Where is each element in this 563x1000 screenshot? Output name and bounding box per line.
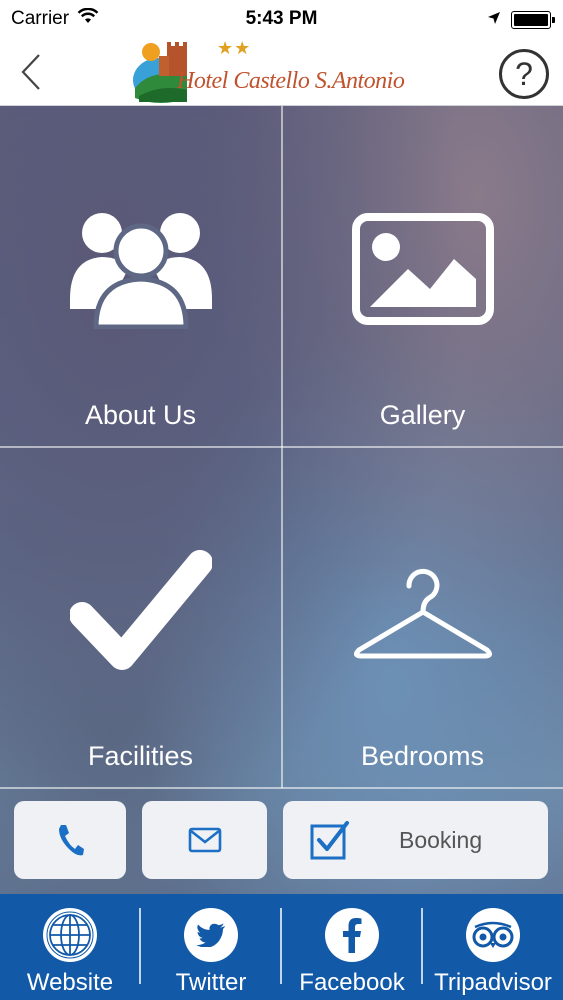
mail-icon [188, 827, 221, 853]
status-right [487, 9, 555, 31]
social-website[interactable]: Website [0, 894, 140, 1000]
phone-icon [59, 825, 84, 856]
logo-stars: ★★ [217, 38, 252, 58]
tripadvisor-icon [466, 908, 520, 962]
tile-about-us[interactable]: About Us [0, 106, 281, 446]
call-button[interactable] [14, 801, 126, 879]
grid-divider-bottom [0, 787, 563, 789]
checkmark-icon [0, 549, 281, 673]
social-label-website: Website [26, 969, 114, 996]
battery-icon [511, 11, 555, 29]
tile-gallery[interactable]: Gallery [282, 106, 563, 446]
tile-label-bedrooms: Bedrooms [360, 741, 485, 771]
booking-label: Booking [399, 827, 483, 853]
social-twitter[interactable]: Twitter [141, 894, 281, 1000]
social-facebook[interactable]: Facebook [282, 894, 422, 1000]
group-icon [0, 209, 281, 329]
hanger-icon [282, 562, 563, 662]
tile-label-about-us: About Us [84, 400, 197, 430]
tile-facilities[interactable]: Facilities [0, 447, 281, 787]
status-time: 5:43 PM [245, 8, 318, 29]
facebook-icon [325, 908, 379, 962]
tile-label-gallery: Gallery [379, 400, 466, 430]
picture-icon [282, 213, 563, 325]
grid-divider-horizontal [0, 446, 563, 448]
social-label-twitter: Twitter [175, 969, 247, 996]
email-button[interactable] [142, 801, 267, 879]
globe-icon [43, 908, 97, 962]
tile-bedrooms[interactable]: Bedrooms [282, 447, 563, 787]
back-button[interactable] [14, 52, 48, 92]
tile-label-facilities: Facilities [87, 741, 194, 771]
social-tripadvisor[interactable]: Tripadvisor [423, 894, 563, 1000]
checkbox-icon [310, 821, 349, 860]
status-bar: Carrier 5:43 PM [0, 0, 563, 38]
social-label-tripadvisor: Tripadvisor [434, 969, 552, 996]
twitter-icon [184, 908, 238, 962]
hotel-logo: ★★ Hotel Castello S.Antonio [131, 38, 433, 106]
help-button[interactable]: ? [499, 49, 549, 99]
social-label-facebook: Facebook [299, 969, 405, 996]
logo-text: Hotel Castello S.Antonio [177, 68, 405, 94]
social-bar: Website Twitter Facebook Tripadvisor [0, 894, 563, 1000]
location-arrow-icon [487, 9, 501, 31]
help-icon: ? [515, 55, 533, 92]
chevron-left-icon [21, 54, 40, 90]
nav-bar: ★★ Hotel Castello S.Antonio ? [0, 38, 563, 106]
booking-button[interactable]: Booking [283, 801, 548, 879]
